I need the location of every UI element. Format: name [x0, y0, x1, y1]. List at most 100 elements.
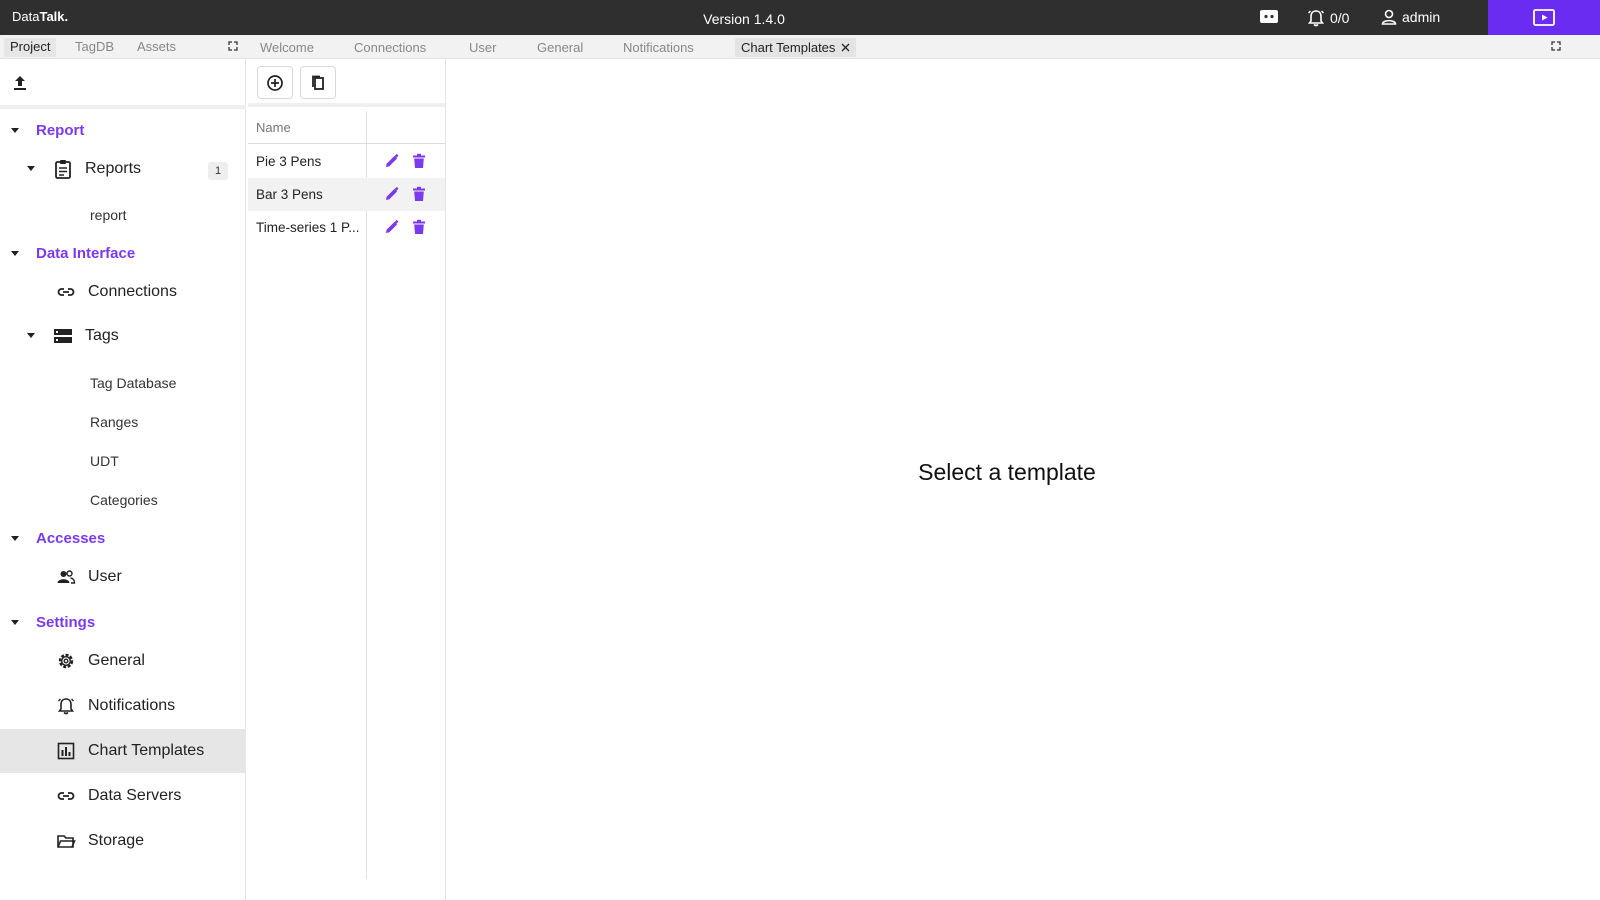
tab-connections-label: Connections	[354, 40, 427, 55]
tree-item-label: Connections	[88, 283, 177, 300]
tree-item-label: General	[88, 652, 145, 669]
alarm-bell-icon	[1307, 10, 1325, 27]
empty-state-message: Select a template	[918, 459, 1096, 485]
tab-chart-templates[interactable]: Chart Templates	[735, 38, 857, 57]
tree-section-data-interface[interactable]: Data Interface	[0, 238, 246, 268]
count-badge: 1	[208, 162, 228, 180]
template-list-toolbar	[248, 59, 445, 107]
section-label-report: Report	[36, 121, 85, 139]
panel-tab-bar: Project TagDB Assets	[0, 35, 248, 59]
alarm-count: 0/0	[1330, 10, 1350, 26]
edit-pencil-icon[interactable]	[384, 186, 400, 202]
template-list-header: Name	[248, 111, 445, 144]
tab-user-label: User	[469, 40, 497, 55]
copy-icon	[312, 75, 324, 90]
tree-item-data-servers[interactable]: Data Servers	[0, 774, 246, 818]
tree-item-tags[interactable]: Tags	[0, 314, 246, 358]
bar-chart-icon	[57, 742, 75, 760]
user-menu-button[interactable]: admin	[1380, 8, 1440, 26]
delete-trash-icon[interactable]	[412, 219, 426, 235]
add-circle-icon	[267, 74, 283, 91]
tree-item-ranges[interactable]: Ranges	[90, 414, 138, 430]
chevron-down-icon[interactable]	[27, 333, 35, 338]
folder-open-icon	[57, 835, 76, 848]
edit-pencil-icon[interactable]	[384, 153, 400, 169]
tree-item-label: Reports	[85, 160, 142, 177]
delete-trash-icon[interactable]	[412, 186, 426, 202]
table-row[interactable]: Pie 3 Pens	[248, 145, 445, 178]
section-label-settings: Settings	[36, 613, 96, 631]
chevron-down-icon[interactable]	[11, 535, 19, 541]
people-icon	[57, 570, 76, 584]
tab-general-label: General	[537, 40, 584, 55]
alarms-button[interactable]: 0/0	[1306, 8, 1349, 28]
chevron-down-icon[interactable]	[11, 619, 19, 625]
chevron-down-icon[interactable]	[11, 127, 19, 133]
expand-panel-icon[interactable]	[228, 41, 238, 51]
slideshow-icon	[1533, 8, 1555, 26]
tree-item-storage[interactable]: Storage	[0, 819, 246, 863]
tree-item-categories[interactable]: Categories	[90, 492, 158, 508]
storage-icon	[54, 329, 72, 343]
tree-item-label: Notifications	[88, 697, 176, 714]
tab-assets[interactable]: Assets	[131, 38, 182, 57]
expand-editor-icon[interactable]	[1551, 41, 1561, 51]
user-name: admin	[1402, 9, 1441, 25]
tree-item-user[interactable]: User	[0, 555, 246, 599]
chat-icon	[1260, 10, 1278, 23]
tree-item-connections[interactable]: Connections	[0, 270, 246, 314]
tree-item-label: Tags	[85, 327, 119, 344]
tab-project[interactable]: Project	[4, 38, 57, 57]
table-row[interactable]: Bar 3 Pens	[248, 178, 445, 211]
alarm-bell-icon	[57, 698, 75, 715]
tree-item-label: User	[88, 568, 122, 585]
duplicate-template-button[interactable]	[300, 66, 336, 99]
tree-section-accesses[interactable]: Accesses	[0, 523, 246, 553]
link-icon	[57, 792, 75, 800]
tree-item-tag-database[interactable]: Tag Database	[90, 375, 176, 391]
chat-button[interactable]	[1259, 8, 1279, 26]
column-header-name: Name	[256, 120, 291, 135]
top-bar: DataTalk. Version 1.4.0 0/0 admin	[0, 0, 1600, 35]
tab-welcome-label: Welcome	[260, 40, 314, 55]
close-icon[interactable]	[841, 43, 850, 52]
tree-item-reports[interactable]: Reports 1	[0, 147, 246, 191]
tree-section-settings[interactable]: Settings	[0, 607, 246, 637]
tree-item-label: Data Servers	[88, 787, 182, 804]
tree-item-udt[interactable]: UDT	[90, 453, 119, 469]
tree-item-report[interactable]: report	[90, 207, 127, 223]
section-label-accesses: Accesses	[36, 529, 106, 547]
upload-icon[interactable]	[11, 74, 29, 92]
tab-welcome[interactable]: Welcome	[254, 38, 320, 57]
tab-user[interactable]: User	[463, 38, 502, 57]
tree-item-label: Storage	[88, 832, 145, 849]
sidebar-toolbar	[0, 59, 246, 109]
template-name: Time-series 1 P...	[256, 220, 360, 235]
tree-section-report[interactable]: Report	[0, 115, 246, 145]
tree-item-notifications[interactable]: Notifications	[0, 684, 246, 728]
template-name: Pie 3 Pens	[256, 154, 322, 169]
tab-notifications[interactable]: Notifications	[617, 38, 700, 57]
delete-trash-icon[interactable]	[412, 153, 426, 169]
tab-chart-templates-label: Chart Templates	[741, 40, 836, 55]
document-tab-bar: Welcome Connections User General Notific…	[248, 35, 1600, 59]
clipboard-icon	[55, 160, 71, 179]
add-template-button[interactable]	[257, 66, 293, 99]
tab-general[interactable]: General	[531, 38, 589, 57]
table-row[interactable]: Time-series 1 P...	[248, 211, 445, 244]
tree-item-label: Chart Templates	[88, 742, 205, 759]
template-name: Bar 3 Pens	[256, 187, 323, 202]
tree-item-general[interactable]: General	[0, 639, 246, 683]
tab-notifications-label: Notifications	[623, 40, 694, 55]
tab-connections[interactable]: Connections	[348, 38, 432, 57]
present-button[interactable]	[1488, 0, 1600, 35]
chevron-down-icon[interactable]	[11, 250, 19, 256]
link-icon	[57, 288, 75, 296]
chevron-down-icon[interactable]	[27, 166, 35, 171]
project-tree-panel: Report Reports 1 report Data Interface C…	[0, 59, 246, 900]
tab-tagdb[interactable]: TagDB	[69, 38, 120, 57]
user-icon	[1381, 9, 1397, 25]
edit-pencil-icon[interactable]	[384, 219, 400, 235]
tree-item-chart-templates[interactable]: Chart Templates	[0, 729, 246, 773]
section-label-data-interface: Data Interface	[36, 244, 136, 262]
